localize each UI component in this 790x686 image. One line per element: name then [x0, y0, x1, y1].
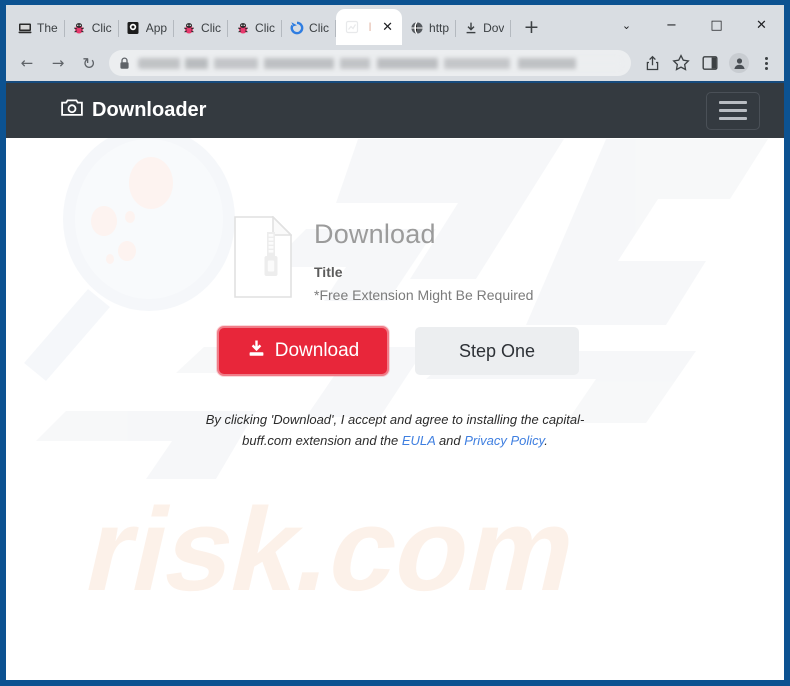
omnibox[interactable] [109, 50, 631, 76]
tab-search-button[interactable]: ⌄ [604, 9, 649, 41]
download-icon [247, 339, 266, 364]
tab-label: Clic [255, 21, 276, 35]
reload-icon[interactable]: ↻ [74, 48, 104, 78]
browser-window: The Clic App Clic Clic Clic I ✕ http Dov… [0, 0, 790, 686]
watermark-risk-text: risk.com [6, 478, 784, 628]
download-heading: Download [314, 219, 436, 249]
browser-tab-active[interactable]: I ✕ [336, 9, 403, 45]
browser-chrome: The Clic App Clic Clic Clic I ✕ http Dov… [6, 5, 784, 83]
tab-label: I [368, 20, 372, 34]
download-texts: Download Title *Free Extension Might Be … [314, 212, 534, 303]
bug-icon [235, 21, 250, 36]
browser-tab-3[interactable]: App [119, 11, 175, 45]
download-icon [463, 21, 478, 36]
page-viewport: Downloader risk.com Download Title *Free… [6, 83, 784, 680]
browser-tab-5[interactable]: Clic [228, 11, 283, 45]
refresh-icon [289, 21, 304, 36]
globe-icon [409, 21, 424, 36]
monitor-icon [126, 21, 141, 36]
minimize-button[interactable]: − [649, 9, 694, 41]
legal-text-part3: . [544, 433, 548, 449]
zip-file-icon [234, 215, 293, 303]
browser-tab-9[interactable]: Dov [456, 11, 512, 45]
download-button-label: Download [274, 340, 360, 361]
side-panel-icon[interactable] [696, 49, 724, 77]
avatar [729, 53, 749, 73]
blank-page-icon [344, 20, 359, 35]
eula-link[interactable]: EULA [402, 433, 435, 448]
legal-disclaimer: By clicking 'Download', I accept and agr… [6, 409, 784, 452]
camera-icon [61, 98, 83, 123]
browser-tab-1[interactable]: The [10, 11, 65, 45]
download-card: Download Title *Free Extension Might Be … [6, 138, 784, 452]
lock-icon[interactable] [119, 56, 130, 70]
browser-tab-4[interactable]: Clic [174, 11, 229, 45]
back-icon[interactable]: ← [12, 48, 42, 78]
browser-tab-2[interactable]: Clic [65, 11, 119, 45]
maximize-button[interactable]: □ [694, 9, 739, 41]
share-icon[interactable] [638, 49, 666, 77]
brand: Downloader [61, 98, 206, 123]
tab-label: The [37, 21, 58, 35]
tab-list: The Clic App Clic Clic Clic I ✕ http Dov… [10, 5, 545, 45]
bug-icon [72, 21, 87, 36]
close-window-button[interactable]: ✕ [739, 9, 784, 41]
download-button[interactable]: Download [217, 326, 389, 376]
svg-text:risk.com: risk.com [74, 484, 590, 615]
url-text-blurred[interactable] [138, 57, 621, 69]
forward-icon[interactable]: → [43, 48, 73, 78]
profile-avatar-icon[interactable] [725, 49, 753, 77]
tab-label: Clic [91, 21, 112, 35]
three-dot-menu-icon[interactable] [754, 49, 778, 77]
hamburger-icon[interactable] [706, 91, 760, 130]
tab-label: Clic [201, 21, 222, 35]
site-header: Downloader [6, 83, 784, 138]
tab-label: Clic [309, 21, 330, 35]
address-bar: ← → ↻ [6, 45, 784, 83]
legal-text-part2: and [435, 433, 465, 449]
download-card-row: Download Title *Free Extension Might Be … [6, 212, 784, 303]
download-note: *Free Extension Might Be Required [314, 286, 534, 303]
step-one-label: Step One [458, 340, 536, 361]
window-controls: ⌄ − □ ✕ [604, 5, 784, 45]
button-row: Download Step One [6, 326, 784, 376]
privacy-policy-link[interactable]: Privacy Policy [464, 433, 544, 448]
step-one-button[interactable]: Step One [415, 327, 579, 375]
browser-tab-6[interactable]: Clic [282, 11, 337, 45]
bug-icon [181, 21, 196, 36]
computer-icon [17, 21, 32, 36]
tab-strip: The Clic App Clic Clic Clic I ✕ http Dov… [6, 5, 784, 45]
tab-label: http [429, 21, 450, 35]
bookmark-star-icon[interactable] [667, 49, 695, 77]
new-tab-button[interactable]: + [517, 13, 545, 41]
brand-title: Downloader [92, 99, 207, 121]
close-icon[interactable]: ✕ [381, 21, 394, 34]
tab-label: App [145, 21, 168, 35]
download-subtitle: Title [314, 263, 343, 280]
tab-label: Dov [483, 21, 505, 35]
browser-tab-8[interactable]: http [402, 11, 457, 45]
